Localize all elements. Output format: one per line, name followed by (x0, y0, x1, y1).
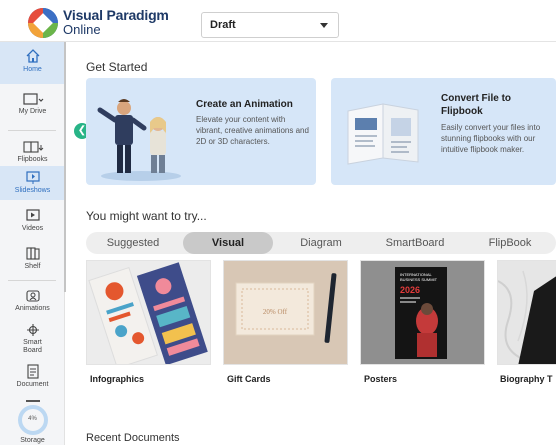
biography-thumbnail-icon (498, 261, 556, 364)
template-tile-posters[interactable]: INTERNATIONAL BUSINESS SUMMIT 2026 (360, 260, 485, 365)
sidebar-item-shelf[interactable]: Shelf (0, 244, 65, 276)
template-category-tabs: Suggested Visual Diagram SmartBoard Flip… (86, 232, 556, 254)
sidebar-item-label: Shelf (24, 263, 41, 270)
tab-smartboard[interactable]: SmartBoard (369, 232, 461, 254)
sidebar-item-videos[interactable]: Videos (0, 206, 65, 238)
poster-line2: BUSINESS SUMMIT (400, 277, 438, 282)
video-icon (25, 209, 40, 221)
card-title: Convert File to Flipbook (441, 93, 512, 117)
sidebar-scrollbar[interactable] (64, 42, 66, 292)
suggestions-heading: You might want to try... (86, 209, 207, 223)
template-tile-gift-cards[interactable]: 20% Off (223, 260, 348, 365)
sidebar-divider (8, 280, 56, 281)
sidebar-item-smart-board[interactable]: Smart Board (0, 322, 65, 358)
flipbook-icon (22, 141, 43, 153)
slideshow-icon (25, 171, 40, 184)
tile-label: Gift Cards (227, 374, 271, 384)
sidebar-item-flipbooks[interactable]: Flipbooks (0, 136, 65, 168)
storage-ring-icon: 4% (17, 405, 48, 435)
tile-label: Posters (364, 374, 398, 384)
template-tile-infographics[interactable] (86, 260, 211, 365)
brand-subtitle: Online (63, 22, 101, 37)
sidebar-item-label: Flipbooks (17, 156, 48, 163)
sidebar-item-label: Home (23, 66, 42, 73)
chevron-down-icon (320, 23, 328, 28)
infographic-thumbnail-icon (88, 262, 208, 364)
poster-thumbnail-icon: INTERNATIONAL BUSINESS SUMMIT 2026 (361, 261, 484, 364)
smartboard-icon (26, 324, 39, 336)
shelf-icon (25, 247, 40, 260)
card-title: Create an Animation (196, 99, 293, 110)
card-description: Elevate your content with vibrant, creat… (196, 115, 309, 146)
tab-flipbook[interactable]: FlipBook (464, 232, 556, 254)
sidebar-divider (8, 130, 56, 131)
drive-icon (22, 93, 43, 105)
animation-icon (25, 290, 40, 302)
dropdown-value: Draft (210, 19, 236, 31)
tab-visual[interactable]: Visual (183, 232, 273, 254)
sidebar-item-my-drive[interactable]: My Drive (0, 88, 65, 122)
visual-paradigm-logo-icon[interactable] (28, 8, 58, 38)
brand-name: Visual Paradigm (63, 7, 169, 23)
storage-indicator[interactable]: 4% Storage (0, 400, 65, 445)
animation-characters-icon (97, 99, 181, 181)
sidebar-item-label: My Drive (18, 108, 47, 115)
sidebar-item-label: Slideshows (14, 187, 51, 194)
card-description: Easily convert your files into stunning … (441, 123, 541, 154)
sidebar-item-label: Videos (21, 225, 44, 232)
tile-label: Infographics (90, 374, 145, 384)
get-started-heading: Get Started (86, 60, 148, 74)
tab-suggested[interactable]: Suggested (86, 232, 180, 254)
sidebar-item-label: Document (16, 381, 49, 388)
sidebar: Home My Drive Flipbooks Slideshows Video… (0, 42, 65, 445)
top-bar: Visual Paradigm Online Draft (0, 0, 556, 42)
flipbook-preview-icon (347, 103, 419, 165)
sidebar-item-home[interactable]: Home (0, 42, 65, 84)
gift-card-thumbnail-icon: 20% Off (224, 261, 347, 364)
document-icon (26, 364, 39, 379)
workspace-dropdown[interactable]: Draft (201, 12, 339, 38)
app-window: Visual Paradigm Online Draft Home My Dri… (0, 0, 556, 445)
sidebar-item-label: Animations (15, 305, 50, 312)
gift-card-text: 20% Off (263, 308, 288, 316)
recent-documents-heading: Recent Documents (86, 432, 180, 444)
home-icon (26, 49, 39, 63)
create-animation-card[interactable]: Create an Animation Elevate your content… (86, 78, 316, 185)
tab-diagram[interactable]: Diagram (276, 232, 366, 254)
template-tile-biography[interactable] (497, 260, 556, 365)
sidebar-item-document[interactable]: Document (0, 362, 65, 394)
sidebar-item-label: Smart Board (23, 339, 42, 354)
storage-percent: 4% (28, 416, 37, 422)
tile-label: Biography T (500, 374, 553, 384)
convert-flipbook-card[interactable]: Convert File to Flipbook Easily convert … (331, 78, 556, 185)
arrow-left-icon: ❮ (77, 125, 87, 136)
sidebar-item-slideshows[interactable]: Slideshows (0, 166, 65, 200)
storage-label: Storage (20, 437, 45, 444)
sidebar-item-animations[interactable]: Animations (0, 286, 65, 318)
poster-year: 2026 (400, 285, 420, 295)
